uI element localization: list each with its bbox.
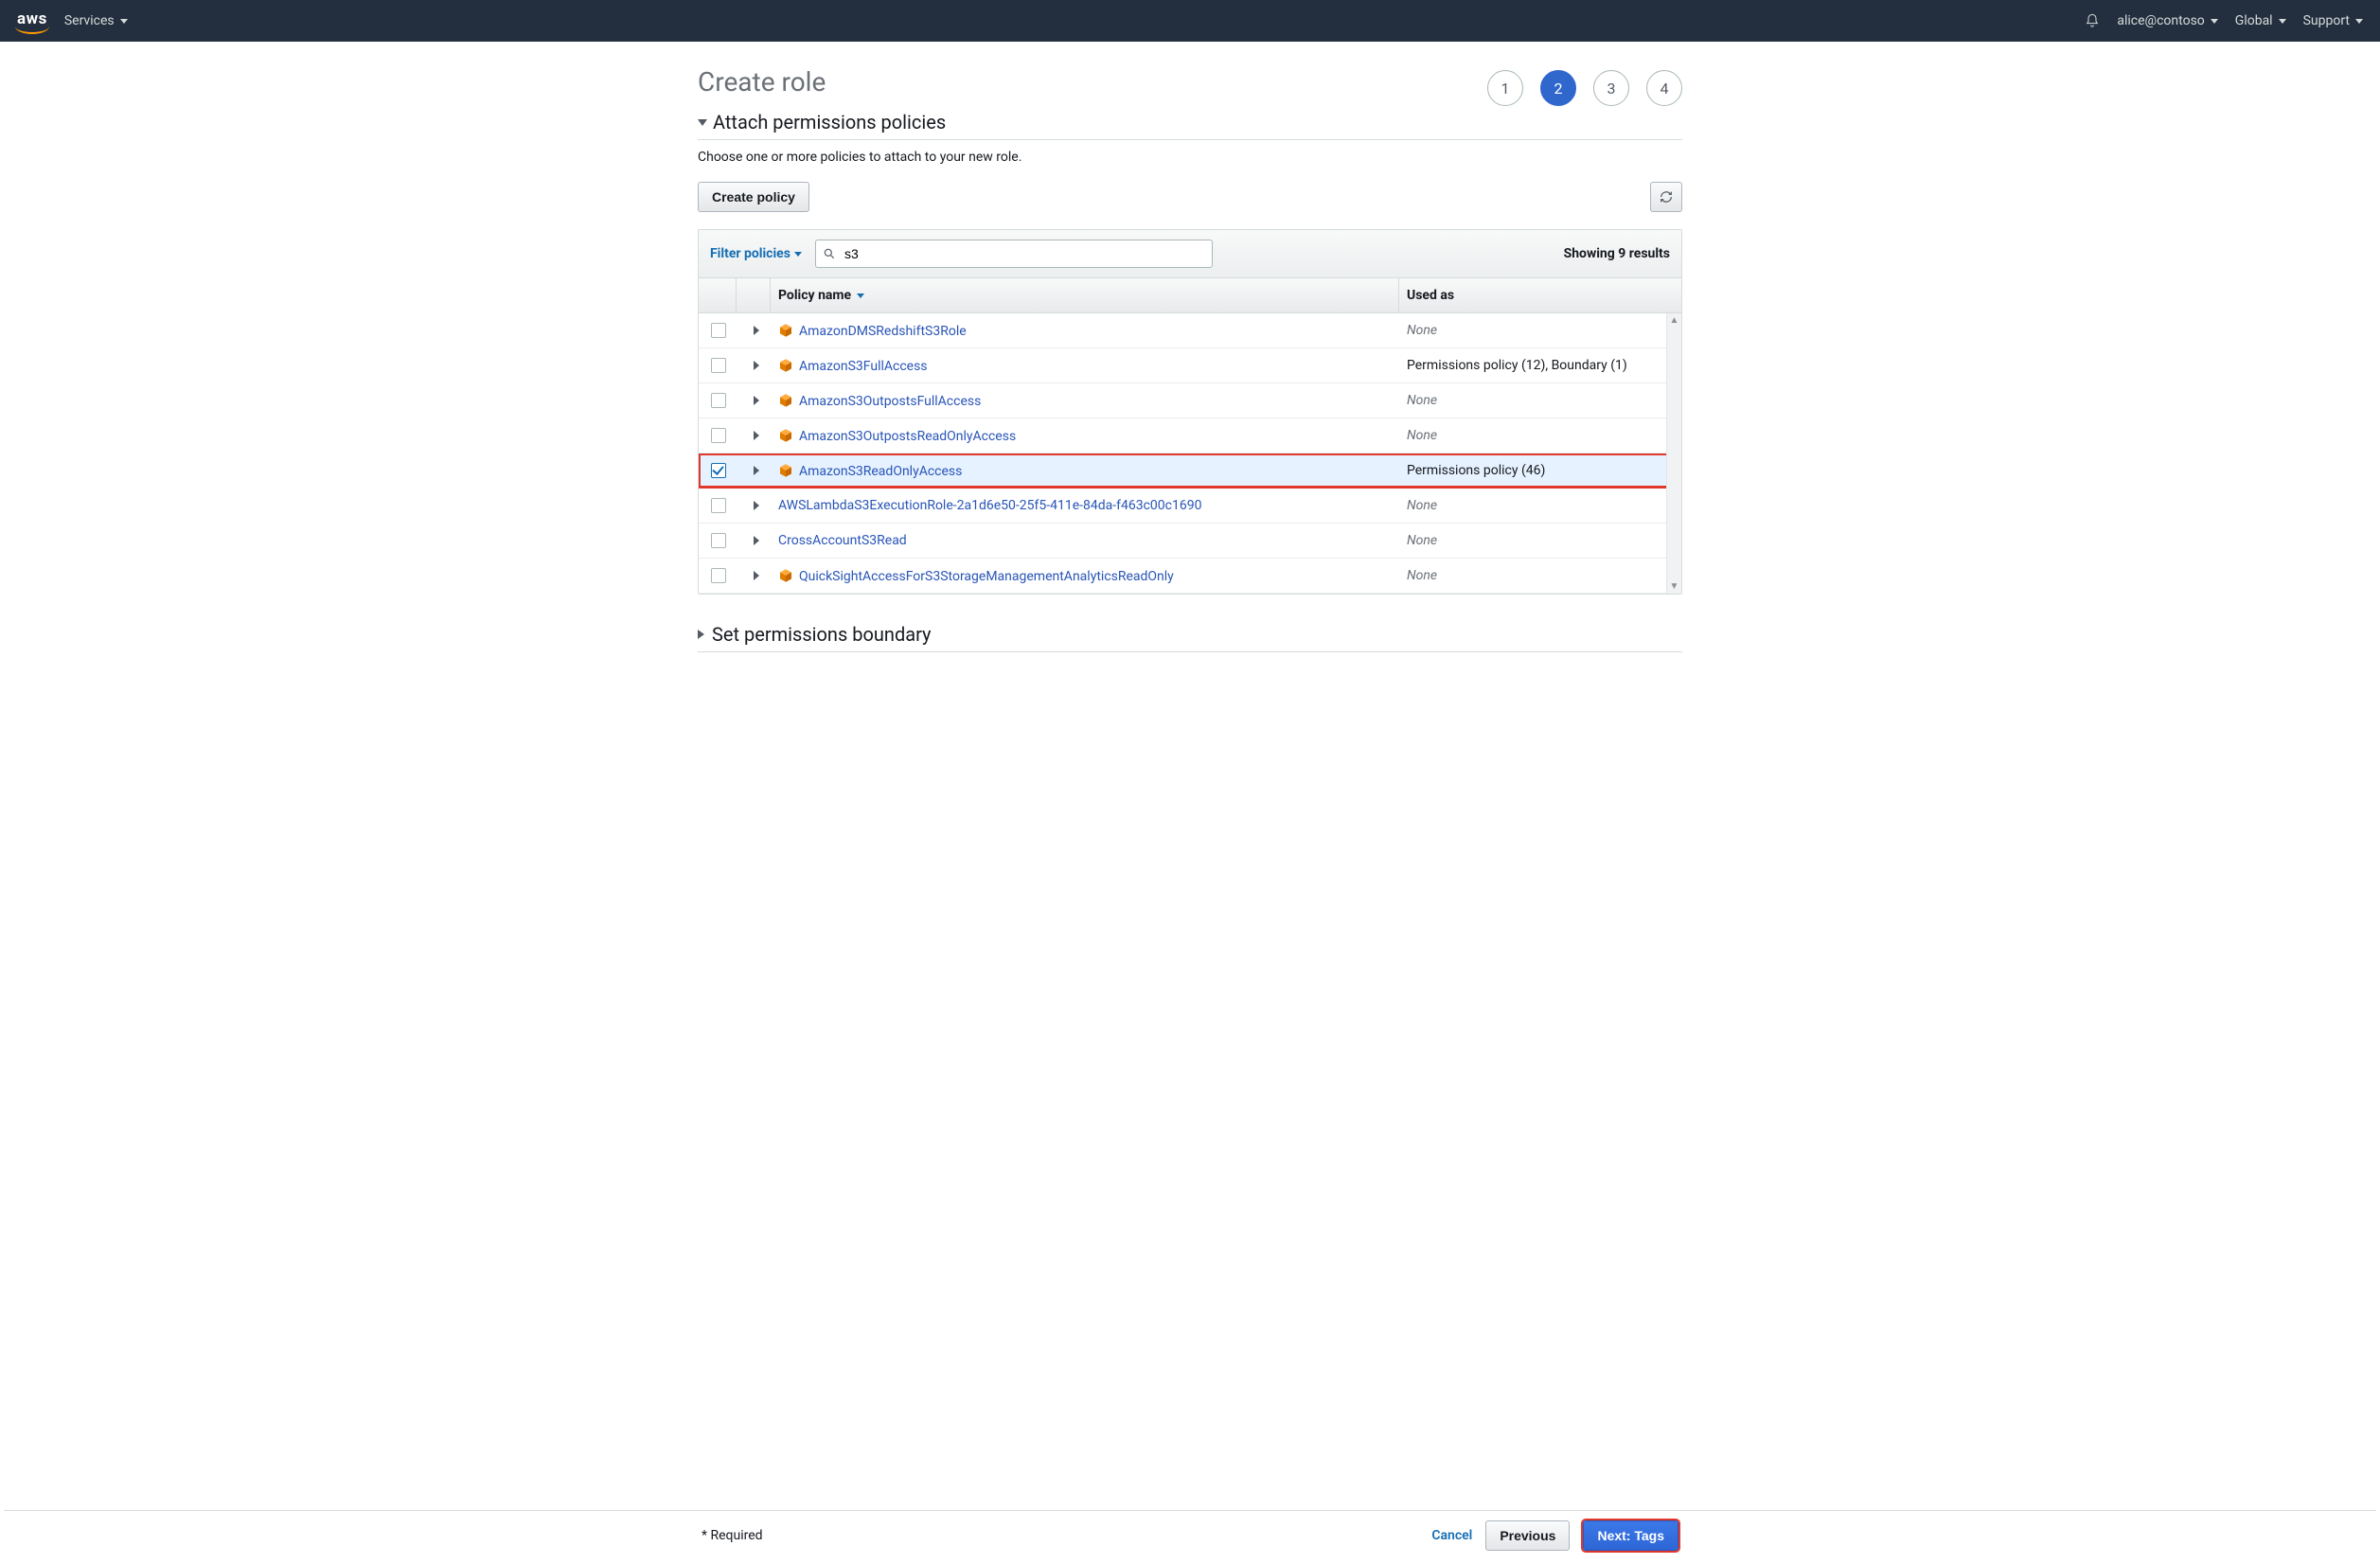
top-navbar: aws Services alice@contoso Global Suppor… [0,0,2380,42]
nav-region-label: Global [2235,13,2273,28]
col-policy-name[interactable]: Policy name [778,288,851,303]
section-attach-header[interactable]: Attach permissions policies [698,111,1682,140]
policy-checkbox[interactable] [711,498,726,513]
used-as-cell: None [1399,561,1664,590]
caret-down-icon [2279,19,2286,24]
policy-name-link[interactable]: AmazonS3OutpostsReadOnlyAccess [799,429,1016,444]
wizard-footer: * Required Cancel Previous Next: Tags [4,1510,2376,1560]
policy-checkbox[interactable] [711,533,726,548]
expand-icon[interactable] [754,431,759,440]
caret-down-icon [698,119,707,126]
caret-right-icon [698,630,704,639]
required-note: * Required [702,1528,763,1543]
policy-checkbox[interactable] [711,463,726,478]
create-policy-button[interactable]: Create policy [698,182,809,212]
wizard-step-1[interactable]: 1 [1487,70,1523,106]
refresh-icon [1659,189,1674,204]
policy-row: AmazonS3OutpostsFullAccess None [699,383,1681,418]
policy-row: AmazonDMSRedshiftS3Role None [699,313,1681,348]
scrollbar[interactable]: ▲ ▼ [1666,313,1681,594]
aws-logo: aws [17,9,47,32]
wizard-steps: 1234 [1487,70,1682,106]
section-attach-title: Attach permissions policies [713,111,946,133]
expand-icon[interactable] [754,571,759,580]
nav-services[interactable]: Services [64,13,128,28]
nav-account[interactable]: alice@contoso [2117,13,2217,28]
wizard-step-3[interactable]: 3 [1593,70,1629,106]
expand-icon[interactable] [754,501,759,510]
search-icon [823,247,836,260]
nav-region[interactable]: Global [2235,13,2286,28]
nav-services-label: Services [64,13,115,28]
col-used-as[interactable]: Used as [1399,278,1664,312]
wizard-step-4[interactable]: 4 [1646,70,1682,106]
used-as-cell: Permissions policy (12), Boundary (1) [1399,351,1664,380]
section-hint: Choose one or more policies to attach to… [698,150,1682,165]
policy-checkbox[interactable] [711,393,726,408]
expand-icon[interactable] [754,466,759,475]
policy-cube-icon [778,358,793,373]
policy-row: AmazonS3FullAccess Permissions policy (12… [699,348,1681,383]
policy-name-link[interactable]: AmazonS3FullAccess [799,359,928,374]
results-count: Showing 9 results [1564,246,1670,261]
used-as-cell: Permissions policy (46) [1399,456,1664,485]
caret-down-icon [2211,19,2218,24]
caret-down-icon [2355,19,2363,24]
policy-row: AmazonS3ReadOnlyAccess Permissions policy… [699,453,1681,489]
policy-name-link[interactable]: QuickSightAccessForS3StorageManagementAn… [799,569,1174,584]
policies-table-header: Policy name Used as [699,278,1681,313]
policy-checkbox[interactable] [711,428,726,443]
page-body: Create role 1234 Attach permissions poli… [698,42,1682,728]
chevron-down-icon [794,252,802,257]
policies-panel: Filter policies Showing 9 results Policy… [698,229,1682,595]
wizard-step-2[interactable]: 2 [1540,70,1576,106]
next-tags-button[interactable]: Next: Tags [1583,1520,1678,1551]
used-as-cell: None [1399,421,1664,450]
filter-policies-label: Filter policies [710,246,790,261]
policy-checkbox[interactable] [711,568,726,583]
policy-name-link[interactable]: AWSLambdaS3ExecutionRole-2a1d6e50-25f5-4… [778,498,1201,513]
policy-row: CrossAccountS3Read None [699,524,1681,559]
scroll-up-arrow[interactable]: ▲ [1670,313,1679,328]
expand-icon[interactable] [754,536,759,545]
expand-icon[interactable] [754,361,759,370]
notifications-button[interactable] [2085,13,2100,28]
nav-support[interactable]: Support [2303,13,2363,28]
expand-icon[interactable] [754,326,759,335]
policy-name-link[interactable]: CrossAccountS3Read [778,533,907,548]
nav-account-label: alice@contoso [2117,13,2204,28]
policy-name-link[interactable]: AmazonS3ReadOnlyAccess [799,464,962,479]
used-as-cell: None [1399,491,1664,520]
scroll-down-arrow[interactable]: ▼ [1670,579,1679,594]
section-boundary-header[interactable]: Set permissions boundary [698,623,1682,652]
used-as-cell: None [1399,526,1664,555]
policy-row: AWSLambdaS3ExecutionRole-2a1d6e50-25f5-4… [699,489,1681,524]
sort-caret-icon [857,293,864,298]
policies-table-body: AmazonDMSRedshiftS3Role None AmazonS3FullA… [699,313,1681,594]
section-boundary-title: Set permissions boundary [712,623,932,646]
used-as-cell: None [1399,386,1664,415]
expand-icon[interactable] [754,396,759,405]
policy-name-link[interactable]: AmazonS3OutpostsFullAccess [799,394,981,409]
used-as-cell: None [1399,316,1664,345]
policy-row: AmazonS3OutpostsReadOnlyAccess None [699,418,1681,453]
refresh-button[interactable] [1650,182,1682,212]
policy-cube-icon [778,323,793,338]
policy-row: QuickSightAccessForS3StorageManagementAn… [699,559,1681,594]
policy-checkbox[interactable] [711,358,726,373]
policy-checkbox[interactable] [711,323,726,338]
policy-cube-icon [778,463,793,478]
policy-cube-icon [778,393,793,408]
policy-name-link[interactable]: AmazonDMSRedshiftS3Role [799,324,967,339]
policy-search-input[interactable] [815,240,1213,268]
cancel-button[interactable]: Cancel [1431,1528,1472,1543]
bell-icon [2085,13,2100,28]
caret-down-icon [120,19,128,24]
policy-cube-icon [778,428,793,443]
policy-cube-icon [778,568,793,583]
filter-policies-dropdown[interactable]: Filter policies [710,246,802,261]
previous-button[interactable]: Previous [1485,1520,1570,1551]
nav-support-label: Support [2303,13,2350,28]
